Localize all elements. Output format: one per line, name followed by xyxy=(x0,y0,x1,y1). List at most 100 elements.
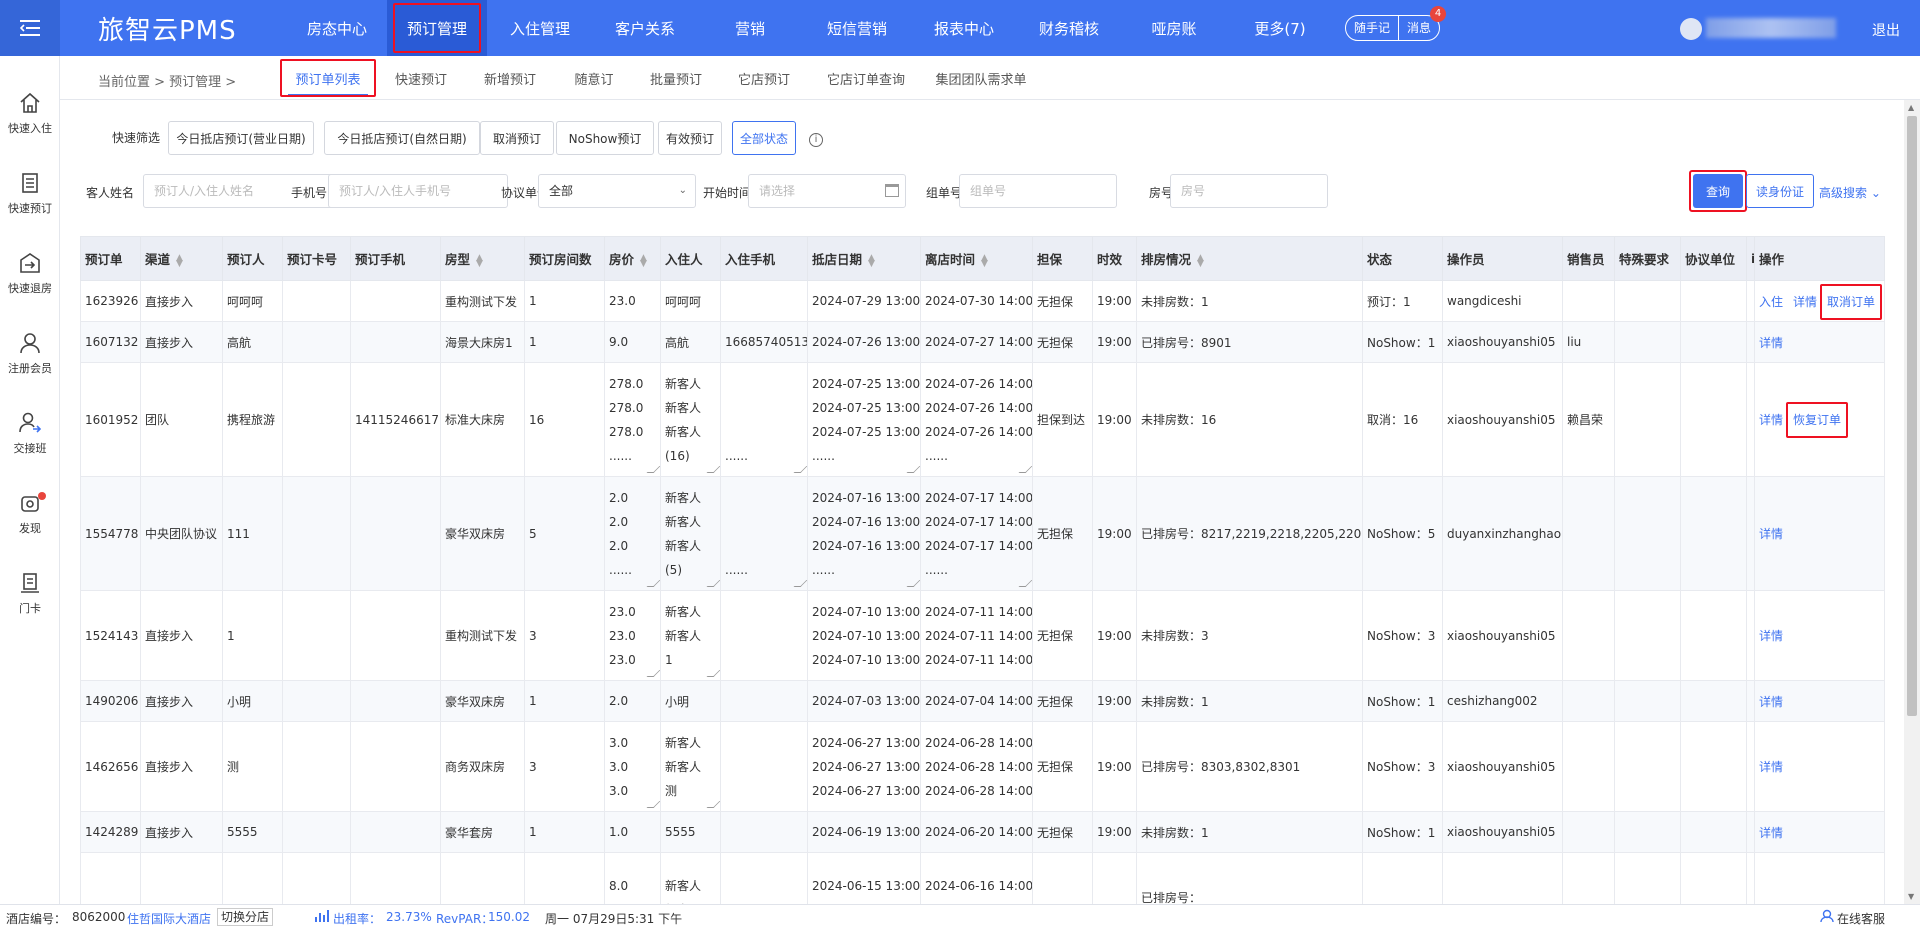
online-support-link[interactable]: 在线客服 xyxy=(1837,910,1885,927)
table-row[interactable]: 1524143 直接步入 1 重构测试下发 3 23.0 23.0 23.0 新客人 新客人 1 20… xyxy=(80,590,1885,681)
row-action-link[interactable]: 取消订单 xyxy=(1827,295,1875,309)
sidebar-item-discover[interactable]: 发现 xyxy=(0,484,60,554)
advanced-search-link[interactable]: 高级搜索 ⌄ xyxy=(1819,184,1881,201)
tab[interactable]: 集团团队需求单 xyxy=(924,56,1038,100)
sub-nav-bar: 当前位置 > 预订管理 > 预订单列表 快速预订 新增预订 随意订 批量预订 它店预订 它店… xyxy=(60,56,1920,100)
row-action-link[interactable]: 详情 xyxy=(1759,413,1783,427)
sidebar-item-shift-handover[interactable]: 交接班 xyxy=(0,404,60,474)
row-action-link[interactable]: 详情 xyxy=(1759,336,1783,350)
table-row[interactable]: 1554778 中央团队协议 111 豪华双床房 5 2.0 2.0 2.0...... 新客人… xyxy=(80,476,1885,591)
nav-item[interactable]: 预订管理 xyxy=(387,0,487,56)
sort-icon[interactable]: ▲ ▼ xyxy=(476,253,483,268)
sort-icon[interactable]: ▲ ▼ xyxy=(640,253,647,268)
agreement-cell xyxy=(1680,852,1747,904)
nav-item[interactable]: 报表中心 xyxy=(911,0,1017,56)
group-no-input[interactable]: 组单号 xyxy=(959,174,1117,208)
tab[interactable]: 批量预订 xyxy=(632,56,720,100)
brand-logo: 旅智云PMS xyxy=(98,16,237,46)
column-header[interactable]: 渠道 ▲ ▼ xyxy=(140,236,223,281)
table-row[interactable]: 8.08.0新客人新客人 2024-06-15 13:002024-06-15 1… xyxy=(80,852,1885,904)
room-type-cell: 海景大床房1 xyxy=(440,321,525,363)
query-button[interactable]: 查询 xyxy=(1689,170,1747,212)
operator-cell: ceshizhang002 xyxy=(1442,680,1563,722)
guarantee-cell: 无担保 xyxy=(1032,811,1093,853)
depart-cell-line: 2024-06-28 14:00 xyxy=(925,783,1033,798)
sidebar-item-door-card[interactable]: 门卡 xyxy=(0,564,60,634)
column-header[interactable]: 排房情况 ▲ ▼ xyxy=(1136,236,1363,281)
menu-toggle-icon[interactable] xyxy=(0,0,60,56)
read-id-card-button[interactable]: 读身份证 xyxy=(1746,174,1814,208)
depart-cell-line: 2024-07-26 14:00 xyxy=(925,424,1033,439)
column-header-label: 销售员 xyxy=(1567,252,1605,267)
info-icon[interactable]: i xyxy=(809,133,823,147)
nav-item[interactable]: 更多(7) xyxy=(1227,0,1333,56)
nav-item[interactable]: 哑房账 xyxy=(1121,0,1227,56)
sales-cell xyxy=(1562,590,1615,681)
guest-phone-line xyxy=(725,396,807,420)
booking-id-cell xyxy=(80,852,141,904)
sidebar-item-quick-checkout[interactable]: 快速退房 xyxy=(0,244,60,314)
row-action-link[interactable]: 恢复订单 xyxy=(1793,413,1841,427)
actions-cell: 详情 xyxy=(1754,590,1885,681)
nav-item[interactable]: 入住管理 xyxy=(487,0,593,56)
nav-item[interactable]: 财务稽核 xyxy=(1017,0,1121,56)
channel-cell: 中央团队协议 xyxy=(140,476,223,591)
tab[interactable]: 新增预订 xyxy=(464,56,556,100)
column-header[interactable]: 抵店日期 ▲ ▼ xyxy=(807,236,921,281)
memo-button[interactable]: 随手记 xyxy=(1346,16,1398,40)
column-header[interactable]: 离店时间 ▲ ▼ xyxy=(920,236,1033,281)
table-row[interactable]: 1424289 直接步入 5555 豪华套房 1 1.0 5555 2024-06-19 13… xyxy=(80,811,1885,853)
sort-icon[interactable]: ▲ ▼ xyxy=(981,253,988,268)
row-action-link[interactable]: 详情 xyxy=(1793,295,1817,309)
guest-name-label: 客人姓名 xyxy=(86,186,135,200)
tab[interactable]: 快速预订 xyxy=(378,56,464,100)
quick-filter-chip[interactable]: 今日抵店预订(自然日期) xyxy=(324,121,480,155)
row-action-link[interactable]: 详情 xyxy=(1759,695,1783,709)
quick-filter-chip[interactable]: 全部状态 xyxy=(732,121,796,155)
sidebar-item-quick-booking[interactable]: 快速预订 xyxy=(0,164,60,234)
logout-button[interactable]: 退出 xyxy=(1872,20,1900,40)
column-header[interactable]: 房型 ▲ ▼ xyxy=(440,236,525,281)
table-row[interactable]: 1607132 直接步入 高航 海景大床房1 1 9.0 高航 16685740513 2024… xyxy=(80,321,1885,363)
start-time-input[interactable]: 请选择 xyxy=(748,174,906,208)
switch-branch-button[interactable]: 切换分店 xyxy=(217,908,274,926)
price-cell-line: ...... xyxy=(609,448,632,463)
row-action-link[interactable]: 详情 xyxy=(1759,760,1783,774)
sidebar-item-register-member[interactable]: 注册会员 xyxy=(0,324,60,394)
sidebar-item-quick-checkin[interactable]: 快速入住 xyxy=(0,84,60,154)
sort-icon[interactable]: ▲ ▼ xyxy=(868,253,875,268)
sort-icon[interactable]: ▲ ▼ xyxy=(1197,253,1204,268)
table-row[interactable]: 1462656 直接步入测商务双床房 3 3.0 3.0 3.0 新客人 新客人测 2024-0… xyxy=(80,721,1885,812)
hold-time-cell: 19:00 xyxy=(1092,280,1137,322)
tab[interactable]: 随意订 xyxy=(556,56,632,100)
quick-filter-chip[interactable]: NoShow预订 xyxy=(556,121,654,155)
nav-item[interactable]: 短信营销 xyxy=(803,0,911,56)
tab[interactable]: 它店预订 xyxy=(720,56,808,100)
scroll-down-icon[interactable]: ▼ xyxy=(1908,892,1914,901)
scroll-up-icon[interactable]: ▲ xyxy=(1908,103,1914,112)
room-no-input[interactable]: 房号 xyxy=(1170,174,1328,208)
quick-filter-chip[interactable]: 有效预订 xyxy=(658,121,722,155)
quick-filter-chip[interactable]: 取消预订 xyxy=(480,121,554,155)
scrollbar-thumb[interactable] xyxy=(1907,116,1917,716)
row-action-link[interactable]: 详情 xyxy=(1759,826,1783,840)
phone-input[interactable]: 预订人/入住人手机号 xyxy=(328,174,508,208)
nav-item[interactable]: 营销 xyxy=(697,0,803,56)
tab[interactable]: 预订单列表 xyxy=(278,56,378,100)
tab[interactable]: 它店订单查询 xyxy=(808,56,924,100)
row-action-link[interactable]: 入住 xyxy=(1759,295,1783,309)
sort-icon[interactable]: ▲ ▼ xyxy=(176,253,183,268)
table-row[interactable]: 1490206 直接步入 小明 豪华双床房 1 2.0 小明 2024-07-03 13:00… xyxy=(80,680,1885,722)
table-row[interactable]: 1601952 团队 携程旅游 14115246617 标准大床房 16 278.0 278.… xyxy=(80,362,1885,477)
nav-item[interactable]: 客户关系 xyxy=(593,0,697,56)
row-action-link[interactable]: 详情 xyxy=(1759,527,1783,541)
user-avatar[interactable] xyxy=(1680,18,1702,40)
vertical-scrollbar[interactable]: ▲ ▼ xyxy=(1904,100,1920,904)
column-header[interactable]: 房价 ▲ ▼ xyxy=(604,236,661,281)
agreement-select[interactable]: 全部 ⌄ xyxy=(538,174,696,208)
table-row[interactable]: 1623926 直接步入 呵呵呵 重构测试下发 1 23.0 呵呵呵 2024-07-29 1… xyxy=(80,280,1885,322)
quick-filter-chip[interactable]: 今日抵店预订(营业日期) xyxy=(168,121,314,155)
nav-item[interactable]: 房态中心 xyxy=(287,0,387,56)
row-action-link[interactable]: 详情 xyxy=(1759,629,1783,643)
room-type-cell: 重构测试下发 xyxy=(440,590,525,681)
